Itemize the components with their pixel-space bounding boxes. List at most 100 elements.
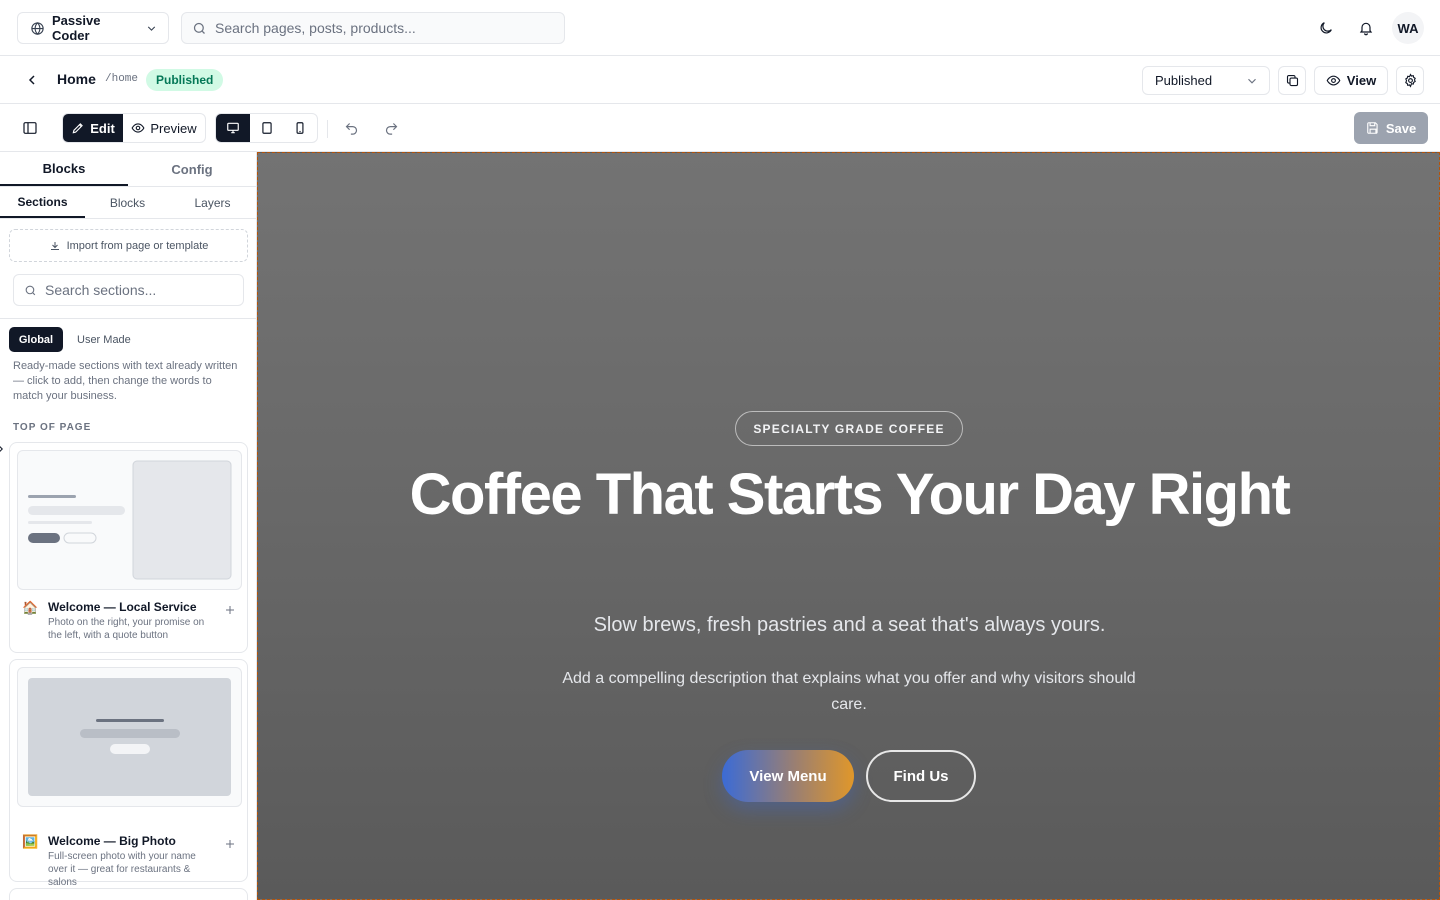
plus-icon[interactable]: [223, 837, 237, 851]
section-card-text: Welcome — Big Photo Full-screen photo wi…: [48, 833, 213, 889]
hero-subtitle[interactable]: Slow brews, fresh pastries and a seat th…: [398, 614, 1301, 637]
page-header: Home /home Published Published View: [0, 56, 1440, 104]
section-thumbnail: [17, 667, 242, 807]
tablet-view-button[interactable]: [250, 114, 284, 142]
section-card-description: Photo on the right, your promise on the …: [48, 617, 205, 641]
editor-canvas[interactable]: SPECIALTY GRADE COFFEE Coffee That Start…: [257, 152, 1440, 900]
global-search[interactable]: [181, 12, 565, 44]
status-badge: Published: [146, 69, 224, 91]
copy-icon: [1285, 73, 1300, 88]
sections-help-text: Ready-made sections with text already wr…: [13, 360, 238, 402]
find-us-button[interactable]: Find Us: [866, 750, 976, 802]
subtab-blocks[interactable]: Blocks: [85, 187, 170, 218]
section-card-title: Welcome — Local Service: [48, 600, 197, 614]
moon-icon: [1318, 20, 1334, 36]
gear-icon: [1403, 73, 1418, 88]
undo-button[interactable]: [338, 115, 364, 141]
save-button[interactable]: Save: [1354, 112, 1428, 144]
tab-config[interactable]: Config: [128, 152, 256, 186]
search-icon: [192, 21, 207, 36]
section-card-local-service[interactable]: 🏠 Welcome — Local Service Photo on the r…: [9, 442, 248, 653]
top-right-actions: WA: [1312, 12, 1424, 44]
status-select[interactable]: Published: [1142, 66, 1270, 95]
preview-mode-label: Preview: [150, 120, 197, 136]
bell-icon: [1358, 20, 1374, 36]
section-card-meta: 🏠 Welcome — Local Service Photo on the r…: [22, 599, 237, 642]
tab-blocks[interactable]: Blocks: [0, 152, 128, 186]
page-settings-button[interactable]: [1396, 66, 1424, 95]
chevron-down-icon: [145, 22, 158, 35]
subtab-sections[interactable]: Sections: [0, 187, 85, 218]
globe-icon: [30, 21, 45, 36]
import-button-label: Import from page or template: [66, 239, 209, 252]
tablet-icon: [260, 121, 274, 135]
panel-left-icon: [22, 120, 38, 136]
view-button-label: View: [1346, 73, 1377, 88]
pencil-icon: [71, 121, 85, 135]
mode-switch: Edit Preview: [62, 113, 206, 143]
toolbar-divider: [327, 120, 328, 138]
site-switcher[interactable]: Passive Coder: [17, 12, 169, 44]
editor-toolbar: Edit Preview Save: [0, 104, 1440, 152]
page-title: Home: [57, 71, 96, 87]
save-icon: [1366, 121, 1380, 135]
save-button-label: Save: [1385, 120, 1417, 136]
undo-icon: [344, 121, 359, 136]
device-switch: [215, 113, 318, 143]
section-card-description: Full-screen photo with your name over it…: [48, 851, 196, 888]
global-search-input[interactable]: [215, 20, 545, 36]
status-select-value: Published: [1155, 73, 1213, 88]
theme-toggle-button[interactable]: [1312, 14, 1340, 42]
hero-description[interactable]: Add a compelling description that explai…: [549, 666, 1149, 718]
picture-icon: 🖼️: [22, 834, 39, 849]
subtab-layers[interactable]: Layers: [170, 187, 255, 218]
section-card-partial[interactable]: [9, 888, 248, 900]
sidebar-main-tabs: Blocks Config: [0, 152, 256, 187]
section-group-label: TOP OF PAGE: [13, 422, 92, 433]
sidebar-toggle-button[interactable]: [16, 114, 44, 142]
search-icon: [24, 284, 37, 297]
top-bar: Passive Coder WA: [0, 0, 1440, 56]
page-slug: /home: [105, 73, 139, 85]
blocks-sidebar: Blocks Config Sections Blocks Layers Imp…: [0, 152, 257, 900]
section-search-input[interactable]: [45, 282, 233, 298]
section-thumbnail: [17, 450, 242, 590]
monitor-icon: [226, 121, 240, 135]
download-icon: [49, 240, 61, 252]
collapse-handle[interactable]: [0, 440, 8, 458]
section-card-big-photo[interactable]: 🖼️ Welcome — Big Photo Full-screen photo…: [9, 659, 248, 888]
edit-mode-button[interactable]: Edit: [63, 114, 123, 142]
filter-global[interactable]: Global: [9, 327, 63, 352]
section-card-text: Welcome — Local Service Photo on the rig…: [48, 599, 213, 642]
chevron-down-icon: [1245, 74, 1259, 88]
duplicate-button[interactable]: [1278, 66, 1306, 95]
section-card-meta: 🖼️ Welcome — Big Photo Full-screen photo…: [22, 833, 237, 889]
chevron-right-icon: [0, 444, 6, 454]
redo-button[interactable]: [378, 115, 404, 141]
back-button[interactable]: [18, 66, 46, 94]
chevron-left-icon: [24, 72, 40, 88]
eye-icon: [1326, 73, 1341, 88]
avatar[interactable]: WA: [1392, 12, 1424, 44]
sidebar-divider: [0, 318, 256, 319]
eye-icon: [131, 121, 145, 135]
notifications-button[interactable]: [1352, 14, 1380, 42]
view-menu-button[interactable]: View Menu: [722, 750, 854, 802]
view-button[interactable]: View: [1314, 66, 1388, 95]
edit-mode-label: Edit: [90, 120, 115, 136]
preview-mode-button[interactable]: Preview: [123, 114, 205, 142]
sidebar-sub-tabs: Sections Blocks Layers: [0, 187, 256, 219]
redo-icon: [384, 121, 399, 136]
import-button[interactable]: Import from page or template: [9, 229, 248, 262]
section-card-title: Welcome — Big Photo: [48, 834, 176, 848]
section-search[interactable]: [13, 274, 244, 306]
hero-eyebrow-badge[interactable]: SPECIALTY GRADE COFFEE: [735, 411, 963, 446]
plus-icon[interactable]: [223, 603, 237, 617]
filter-user-made[interactable]: User Made: [71, 327, 137, 352]
smartphone-icon: [293, 121, 307, 135]
hero-title[interactable]: Coffee That Starts Your Day Right: [398, 465, 1301, 525]
desktop-view-button[interactable]: [216, 114, 250, 142]
site-name: Passive Coder: [52, 13, 101, 43]
house-icon: 🏠: [22, 600, 39, 615]
mobile-view-button[interactable]: [283, 114, 317, 142]
